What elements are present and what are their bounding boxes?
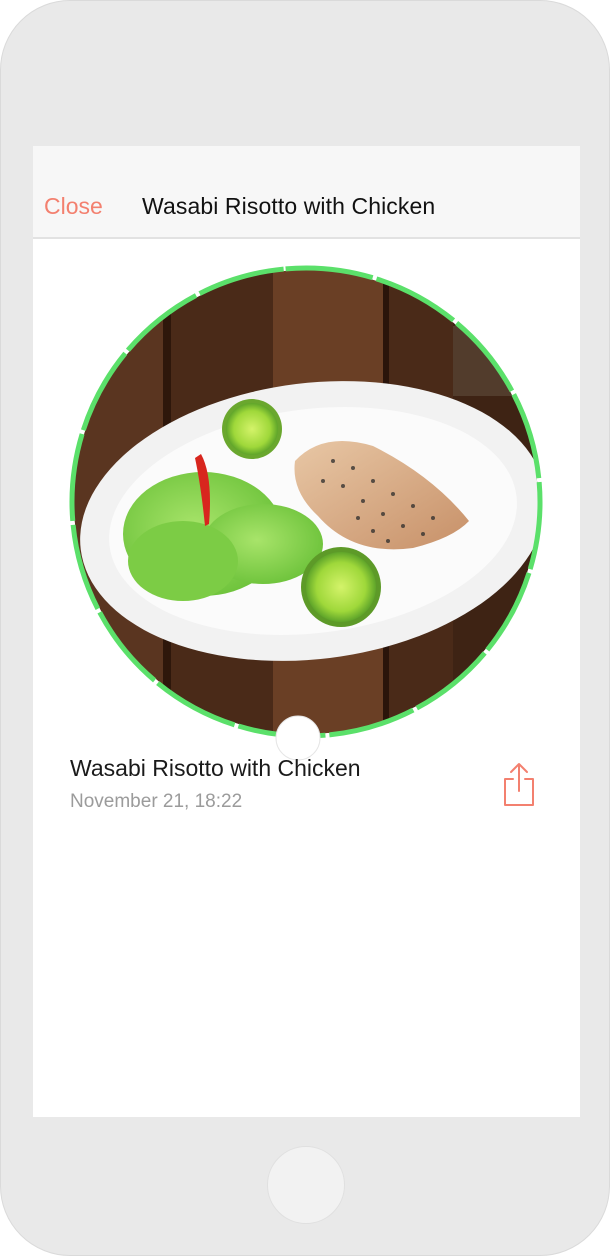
meal-photo: [74, 270, 538, 734]
scrubber-handle[interactable]: [275, 715, 321, 761]
meal-title: Wasabi Risotto with Chicken: [70, 755, 361, 781]
app-screen: Close Wasabi Risotto with Chicken Wasabi…: [33, 146, 580, 1117]
share-icon[interactable]: [499, 761, 539, 809]
device-frame: Close Wasabi Risotto with Chicken Wasabi…: [0, 0, 610, 1256]
meal-timestamp: November 21, 18:22: [70, 791, 243, 812]
meal-photo-dial: [69, 265, 543, 761]
home-button[interactable]: [267, 1146, 345, 1224]
